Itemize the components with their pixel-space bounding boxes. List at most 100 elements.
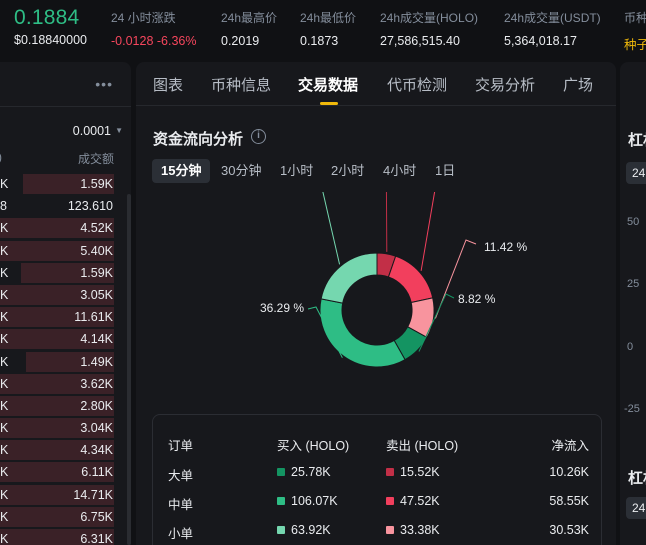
order-type-cell: 小单 xyxy=(168,523,193,542)
order-book-row[interactable]: K 3.04K xyxy=(0,416,131,439)
chevron-down-icon[interactable]: ▼ xyxy=(115,126,123,135)
header-net-inflow: 净流入 xyxy=(551,439,589,453)
turnover-cell: 4.52K xyxy=(80,221,113,236)
tab-chart[interactable]: 图表 xyxy=(153,74,183,95)
order-book-panel: ••• 0.0001 ▼ ) 成交额 K1.59K8123.610K4.52KK… xyxy=(0,62,131,545)
order-book-row[interactable]: K 4.34K xyxy=(0,438,131,461)
period-1d[interactable]: 1日 xyxy=(435,159,455,183)
stat-coin-tag[interactable]: 币种 种子 xyxy=(624,9,646,53)
period-15m[interactable]: 15分钟 xyxy=(152,159,211,183)
turnover-cell: 3.04K xyxy=(80,421,113,436)
legend-swatch xyxy=(277,526,285,534)
order-book-row[interactable]: K 6.31K xyxy=(0,527,131,545)
amount-cell: K xyxy=(0,376,9,391)
sell-cell: 15.52K xyxy=(386,465,440,479)
order-type-cell-text: 小单 xyxy=(168,527,194,541)
leader-line xyxy=(420,192,436,271)
period-2h[interactable]: 2小时 xyxy=(331,159,364,183)
leader-line xyxy=(385,192,388,252)
tab-trade-data[interactable]: 交易数据 xyxy=(298,74,358,95)
order-book-row[interactable]: K 6.11K xyxy=(0,460,131,483)
stat-value: 0.2019 xyxy=(221,34,260,48)
slice-label: 11.42 % xyxy=(484,240,527,254)
stat-value: -0.0128 -6.36% xyxy=(111,34,197,48)
turnover-cell: 4.34K xyxy=(80,443,113,458)
buy-cell-text: 106.07K xyxy=(291,494,338,508)
usd-price: $0.18840000 xyxy=(14,33,87,47)
order-book-row[interactable]: K 1.59K xyxy=(0,172,131,194)
fund-flow-donut-chart: 5.31 %16.26 %11.42 %8.82 %36.29 %21.87 % xyxy=(260,192,527,368)
turnover-cell: 14.71K xyxy=(73,487,113,502)
section-title: 资金流向分析 xyxy=(153,131,244,148)
stat-label: 币种 xyxy=(624,11,646,25)
column-header-turnover: 成交额 xyxy=(77,152,114,166)
turnover-cell: 1.59K xyxy=(80,177,113,191)
stat-24h-high: 24h最高价 0.2019 xyxy=(221,9,277,48)
sell-cell: 47.52K xyxy=(386,494,440,508)
amount-cell: K xyxy=(0,177,9,191)
scrollbar[interactable] xyxy=(127,194,131,545)
order-book-rows: K 1.59K 8 123.610 K 4.52K K 5.40K K 1.59K K 3.05K K 1… xyxy=(0,172,131,545)
amount-cell: K xyxy=(0,532,9,545)
order-book-row[interactable]: K 3.62K xyxy=(0,372,131,394)
turnover-cell: 11.61K xyxy=(74,310,113,325)
turnover-cell: 1.59K xyxy=(80,265,113,280)
legend-swatch xyxy=(386,468,394,476)
amount-cell: 8 xyxy=(0,199,7,214)
period-chip[interactable]: 24 xyxy=(626,162,646,184)
right-panel: 杠杆 24 50 25 0 -25 杠杆 24 xyxy=(620,62,646,545)
turnover-cell: 4.14K xyxy=(80,332,113,347)
tab-square[interactable]: 广场 xyxy=(563,74,593,95)
info-icon[interactable]: i xyxy=(251,129,266,144)
fund-flow-summary-table: 订单 买入 (HOLO) 卖出 (HOLO) 净流入 大单 25.78K 15.52… xyxy=(152,414,602,545)
period-4h[interactable]: 4小时 xyxy=(383,159,416,183)
period-1h[interactable]: 1小时 xyxy=(280,159,313,183)
order-book-row[interactable]: K 3.05K xyxy=(0,283,131,305)
order-book-row[interactable]: K 2.80K xyxy=(0,394,131,416)
tab-token-check[interactable]: 代币检测 xyxy=(387,74,447,95)
donut-slice[interactable] xyxy=(319,298,406,368)
tab-coin-info[interactable]: 币种信息 xyxy=(211,74,271,95)
y-tick: 0 xyxy=(627,341,634,353)
sell-cell-text: 47.52K xyxy=(400,494,440,508)
slice-label: 36.29 % xyxy=(260,301,304,315)
legend-swatch xyxy=(386,526,394,534)
order-type-cell-text: 中单 xyxy=(168,498,194,512)
header-buy: 买入 (HOLO) xyxy=(277,439,350,453)
net-inflow-cell: 58.55K xyxy=(549,494,589,508)
amount-cell: K xyxy=(0,221,9,236)
order-book-row[interactable]: K 1.49K xyxy=(0,350,131,372)
section-title: 杠杆 xyxy=(628,132,646,149)
header-sell: 卖出 (HOLO) xyxy=(386,439,459,453)
order-book-row[interactable]: K 1.59K xyxy=(0,261,131,283)
order-book-row[interactable]: K 5.40K xyxy=(0,239,131,261)
order-book-row[interactable]: K 6.75K xyxy=(0,505,131,527)
net-inflow-cell-text: 58.55K xyxy=(549,494,589,508)
order-book-row[interactable]: K 4.14K xyxy=(0,327,131,350)
header-order: 订单 xyxy=(168,439,194,453)
net-inflow-cell-text: 30.53K xyxy=(549,523,589,537)
donut-slice[interactable] xyxy=(387,255,434,304)
order-book-row[interactable]: K 11.61K xyxy=(0,305,131,328)
order-book-row[interactable]: K 14.71K xyxy=(0,483,131,505)
more-dots-icon[interactable]: ••• xyxy=(95,76,113,92)
stat-24h-low: 24h最低价 0.1873 xyxy=(300,9,356,48)
sell-cell-text: 15.52K xyxy=(400,465,440,479)
amount-cell: K xyxy=(0,398,9,413)
amount-cell: K xyxy=(0,354,9,369)
donut-slice[interactable] xyxy=(320,252,378,304)
slice-label: 8.82 % xyxy=(458,292,496,306)
amount-cell: K xyxy=(0,421,9,436)
price-step-select[interactable]: 0.0001 xyxy=(73,124,111,138)
turnover-cell: 6.11K xyxy=(81,465,113,480)
order-book-row[interactable]: K 4.52K xyxy=(0,216,131,239)
order-type-cell-text: 大单 xyxy=(168,469,194,483)
net-inflow-cell: 10.26K xyxy=(549,465,589,479)
order-type-cell: 中单 xyxy=(168,494,193,513)
period-30m[interactable]: 30分钟 xyxy=(221,159,261,183)
tab-trade-analysis[interactable]: 交易分析 xyxy=(475,74,535,95)
y-tick: -25 xyxy=(624,403,640,415)
amount-cell: K xyxy=(0,243,9,258)
period-chip-2[interactable]: 24 xyxy=(626,497,646,519)
order-book-row[interactable]: 8 123.610 xyxy=(0,194,131,216)
